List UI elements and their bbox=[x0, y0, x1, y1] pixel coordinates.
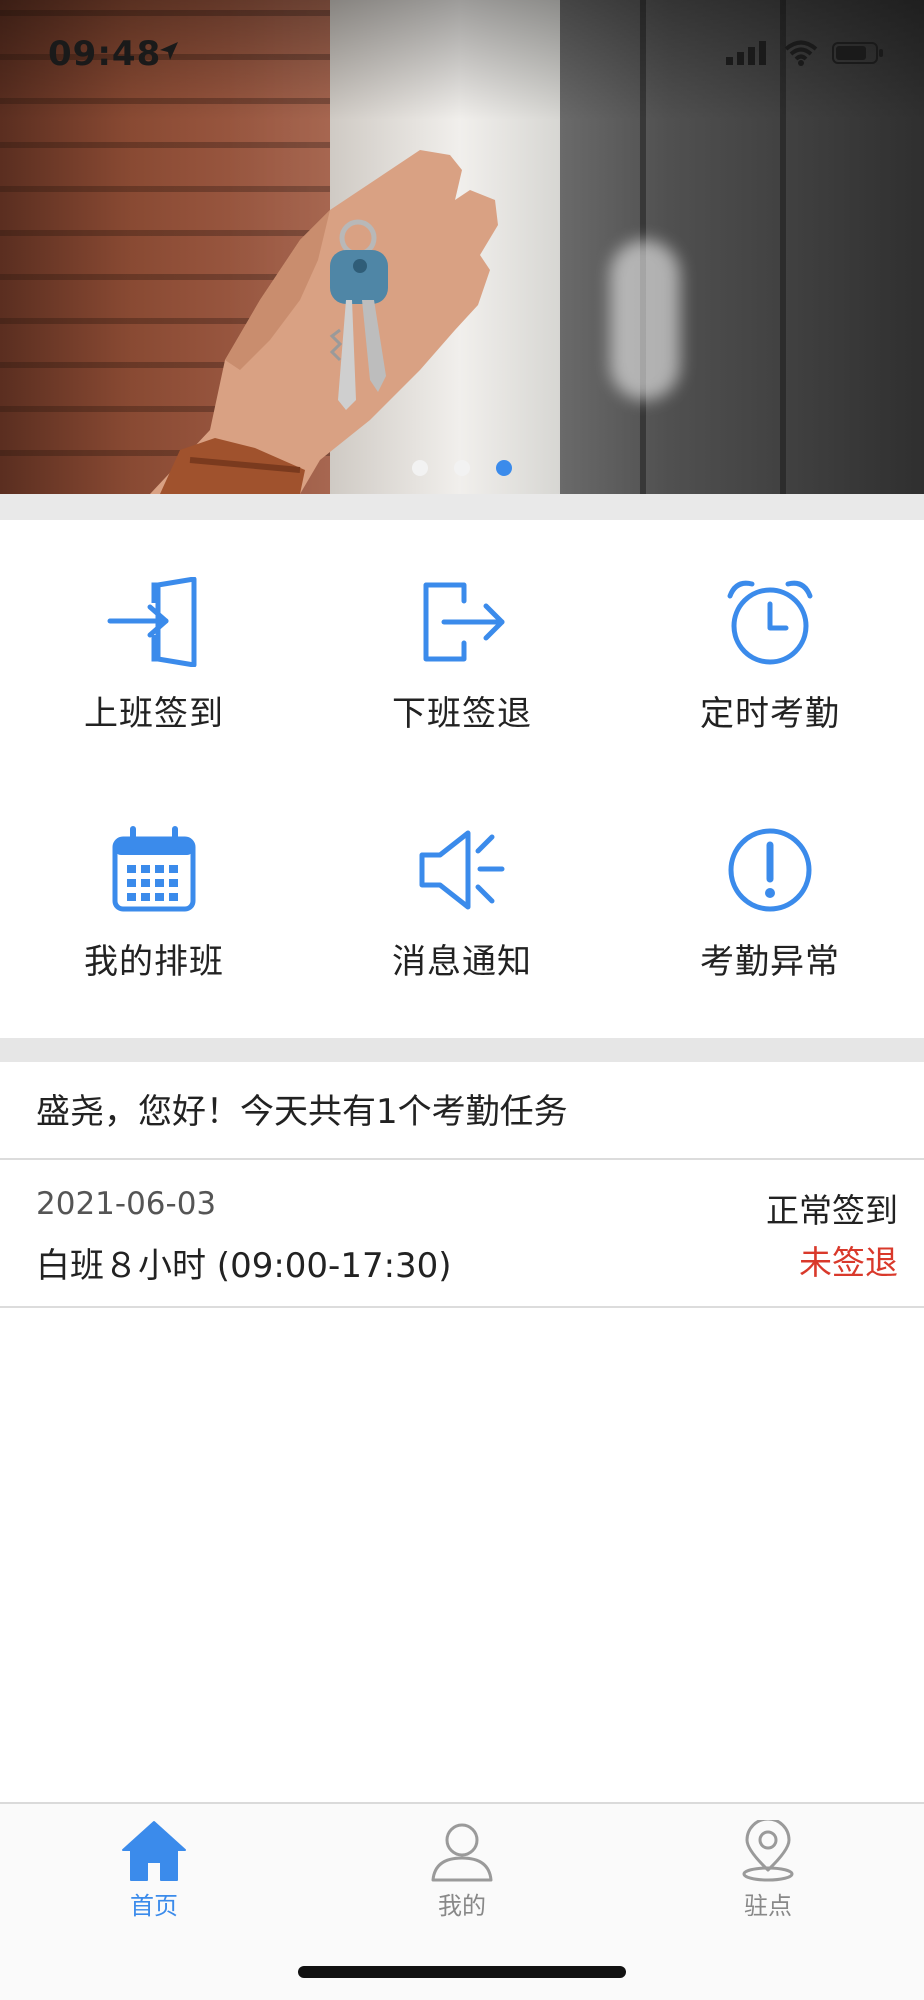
grid-item-notifications[interactable]: 消息通知 bbox=[308, 820, 616, 983]
tab-station[interactable]: 驻点 bbox=[668, 1820, 868, 1921]
check-in-icon bbox=[104, 572, 204, 672]
function-grid: 上班签到 下班签退 定时考勤 我的排班 消息通知 考勤异常 bbox=[0, 520, 924, 1038]
tab-label: 我的 bbox=[438, 1892, 486, 1920]
section-divider bbox=[0, 494, 924, 520]
home-indicator[interactable] bbox=[298, 1966, 626, 1978]
grid-item-attendance-exception[interactable]: 考勤异常 bbox=[616, 820, 924, 983]
checkin-status: 正常签到 bbox=[766, 1191, 898, 1230]
divider bbox=[0, 1306, 924, 1308]
grid-label: 我的排班 bbox=[84, 942, 224, 982]
grid-item-scheduled-attendance[interactable]: 定时考勤 bbox=[616, 572, 924, 735]
status-time: 09:48 bbox=[48, 34, 162, 74]
alarm-clock-icon bbox=[720, 572, 820, 672]
carousel-dot[interactable] bbox=[454, 460, 470, 476]
banner-carousel[interactable]: 09:48 bbox=[0, 0, 924, 494]
signal-icon bbox=[726, 41, 766, 65]
wifi-icon bbox=[784, 40, 818, 66]
task-date: 2021-06-03 bbox=[36, 1186, 217, 1222]
app-screen: 09:48 上班签到 下班签退 定时考勤 我的排班 消息通知 考勤异常 盛尧，您… bbox=[0, 0, 924, 2000]
checkout-status: 未签退 bbox=[799, 1243, 898, 1282]
carousel-dot[interactable] bbox=[412, 460, 428, 476]
speaker-icon bbox=[412, 820, 512, 920]
grid-label: 上班签到 bbox=[84, 694, 224, 734]
grid-item-check-in[interactable]: 上班签到 bbox=[0, 572, 308, 735]
status-indicators bbox=[726, 40, 884, 66]
task-shift: 白班８小时 (09:00-17:30) bbox=[36, 1246, 452, 1286]
location-pin-icon bbox=[742, 1820, 794, 1882]
check-out-icon bbox=[412, 572, 512, 672]
grid-item-check-out[interactable]: 下班签退 bbox=[308, 572, 616, 735]
carousel-dots[interactable] bbox=[0, 460, 924, 476]
tab-label: 首页 bbox=[130, 1892, 178, 1920]
user-icon bbox=[431, 1823, 493, 1882]
battery-icon bbox=[832, 42, 883, 64]
section-divider bbox=[0, 1038, 924, 1062]
home-icon bbox=[122, 1821, 186, 1881]
calendar-icon bbox=[104, 820, 204, 920]
tab-mine[interactable]: 我的 bbox=[362, 1820, 562, 1921]
tab-label: 驻点 bbox=[744, 1892, 792, 1920]
alert-circle-icon bbox=[720, 820, 820, 920]
location-arrow-icon bbox=[160, 42, 178, 60]
status-bar: 09:48 bbox=[0, 0, 924, 110]
tab-home[interactable]: 首页 bbox=[54, 1820, 254, 1921]
greeting-text: 盛尧，您好！今天共有1个考勤任务 bbox=[36, 1092, 568, 1132]
grid-label: 消息通知 bbox=[392, 942, 532, 982]
grid-item-my-schedule[interactable]: 我的排班 bbox=[0, 820, 308, 983]
carousel-dot-active[interactable] bbox=[496, 460, 512, 476]
grid-label: 定时考勤 bbox=[700, 694, 840, 734]
divider bbox=[0, 1158, 924, 1160]
grid-label: 考勤异常 bbox=[700, 942, 840, 982]
grid-label: 下班签退 bbox=[392, 694, 532, 734]
